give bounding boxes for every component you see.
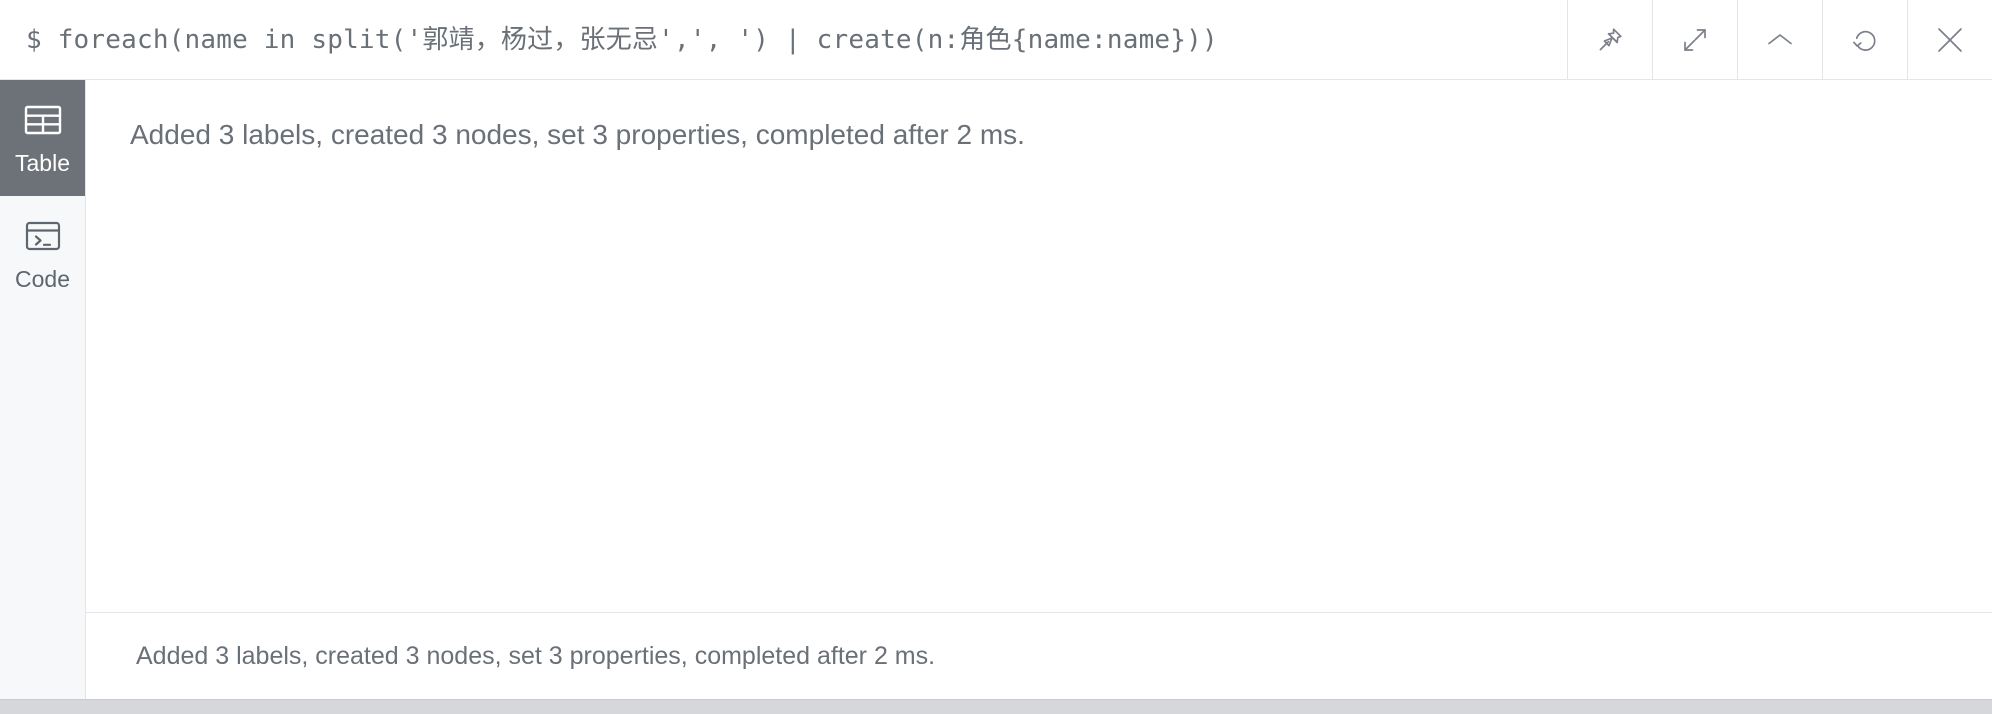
- close-button[interactable]: [1907, 0, 1992, 79]
- editor-header: $ foreach(name in split('郭靖，杨过，张无忌',', '…: [0, 0, 1992, 80]
- chevron-up-icon: [1763, 23, 1797, 57]
- code-icon: [23, 214, 63, 258]
- result-message: Added 3 labels, created 3 nodes, set 3 p…: [130, 119, 1025, 150]
- sidebar-item-code-label: Code: [15, 266, 70, 292]
- frame-body: Table Code Added 3 labels, created 3 nod…: [0, 80, 1992, 699]
- view-sidebar: Table Code: [0, 80, 86, 699]
- command-text: $ foreach(name in split('郭靖，杨过，张无忌',', '…: [26, 24, 1218, 55]
- refresh-icon: [1850, 25, 1880, 55]
- table-icon: [23, 98, 63, 142]
- result-content: Added 3 labels, created 3 nodes, set 3 p…: [86, 80, 1992, 613]
- frame-toolbar: [1567, 0, 1992, 79]
- expand-button[interactable]: [1652, 0, 1737, 79]
- close-icon: [1933, 23, 1967, 57]
- query-result-frame: $ foreach(name in split('郭靖，杨过，张无忌',', '…: [0, 0, 1992, 700]
- result-panel: Added 3 labels, created 3 nodes, set 3 p…: [86, 80, 1992, 699]
- sidebar-item-code[interactable]: Code: [0, 196, 85, 312]
- status-bar: Added 3 labels, created 3 nodes, set 3 p…: [86, 613, 1992, 699]
- collapse-button[interactable]: [1737, 0, 1822, 79]
- pin-icon: [1594, 24, 1626, 56]
- command-input[interactable]: $ foreach(name in split('郭靖，杨过，张无忌',', '…: [0, 0, 1567, 79]
- pin-button[interactable]: [1567, 0, 1652, 79]
- sidebar-item-table-label: Table: [15, 150, 70, 176]
- sidebar-item-table[interactable]: Table: [0, 80, 85, 196]
- status-message: Added 3 labels, created 3 nodes, set 3 p…: [136, 642, 936, 670]
- rerun-button[interactable]: [1822, 0, 1907, 79]
- expand-icon: [1679, 24, 1711, 56]
